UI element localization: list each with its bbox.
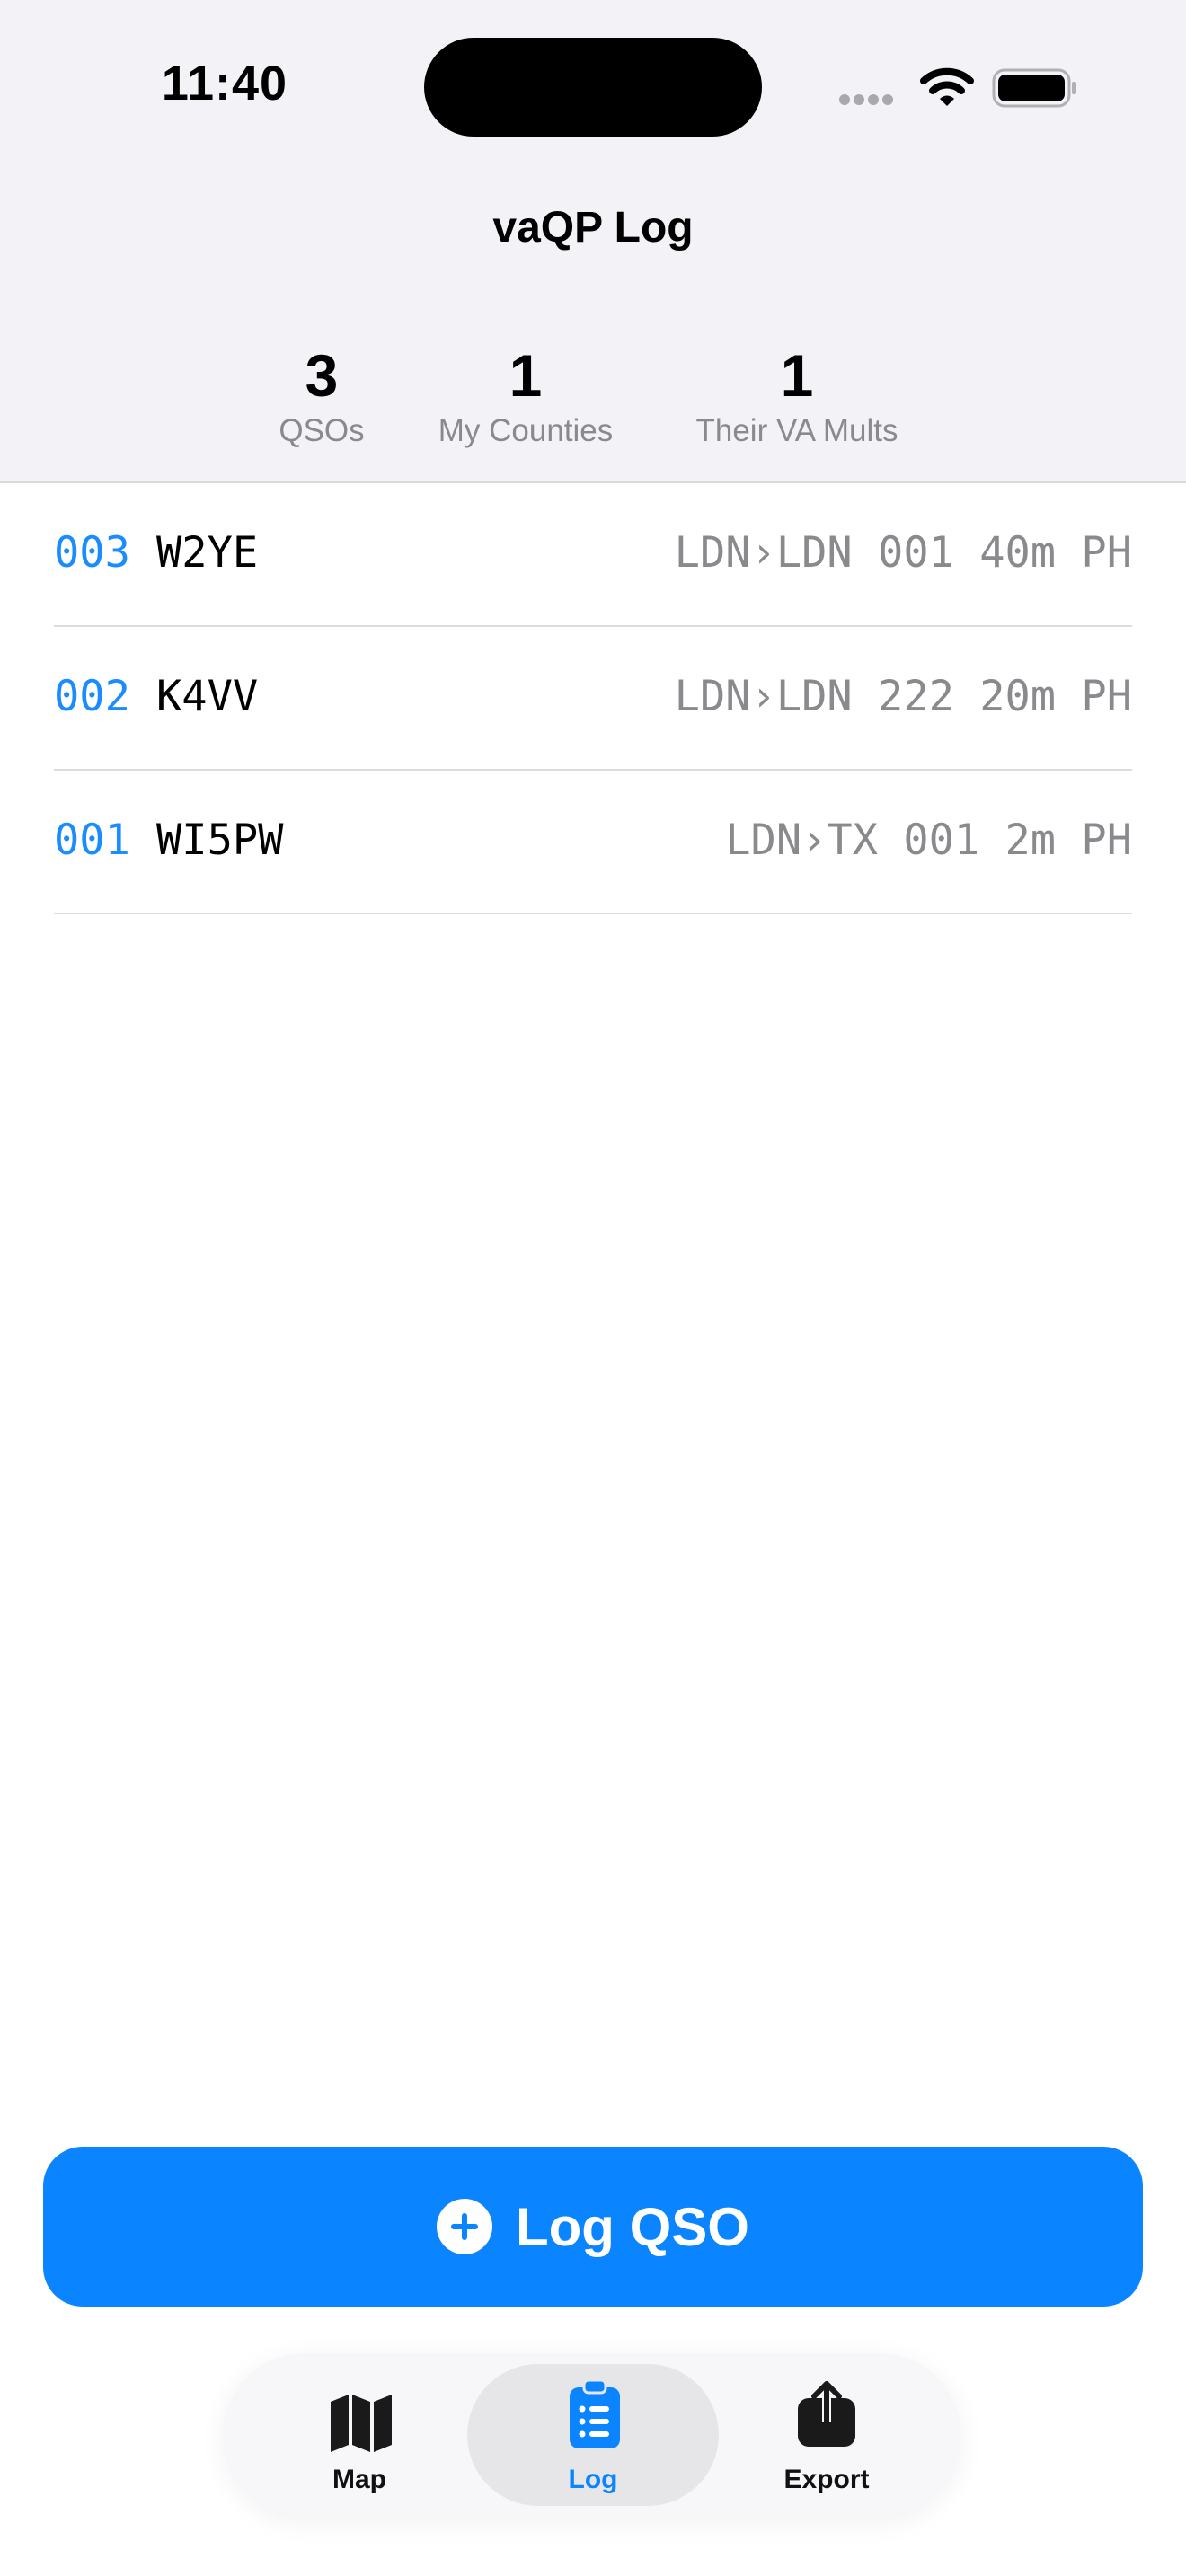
tab-log[interactable]: Log — [467, 2364, 719, 2506]
log-callsign: K4VV — [156, 672, 259, 721]
log-serial: 002 — [54, 672, 130, 721]
log-detail: LDN›LDN 222 20m PH — [674, 672, 1132, 721]
tab-export[interactable]: Export — [701, 2364, 952, 2506]
log-callsign: WI5PW — [156, 816, 284, 865]
log-qso-button[interactable]: Log QSO — [43, 2147, 1143, 2307]
qso-log-list: 003 W2YE LDN›LDN 001 40m PH 002 K4VV LDN… — [54, 483, 1132, 914]
wifi-icon — [920, 67, 974, 106]
tab-map[interactable]: Map — [234, 2364, 485, 2506]
log-serial: 001 — [54, 816, 130, 865]
tab-label: Map — [332, 2465, 386, 2494]
log-qso-label: Log QSO — [516, 2196, 749, 2257]
log-row[interactable]: 003 W2YE LDN›LDN 001 40m PH — [54, 483, 1132, 627]
stat-my-counties: 1 My Counties — [413, 341, 638, 451]
log-row[interactable]: 001 WI5PW LDN›TX 001 2m PH — [54, 771, 1132, 914]
log-detail: LDN›LDN 001 40m PH — [674, 528, 1132, 578]
log-callsign: W2YE — [156, 528, 259, 578]
stat-their-va-mults: 1 Their VA Mults — [667, 341, 927, 451]
stat-label: My Counties — [438, 413, 614, 448]
stat-label: Their VA Mults — [695, 413, 898, 448]
nav-title: vaQP Log — [492, 204, 694, 251]
stat-value: 1 — [509, 342, 543, 409]
stat-value: 1 — [780, 342, 814, 409]
log-serial: 003 — [54, 528, 130, 578]
map-icon — [331, 2395, 392, 2452]
tab-label: Export — [783, 2465, 870, 2494]
tab-bar: Map Log Export — [223, 2353, 961, 2517]
header: 11:40 vaQP Log 3 QSOs 1 My Counties 1 Th… — [0, 0, 1186, 483]
clipboard-list-icon — [570, 2378, 620, 2448]
stat-value: 3 — [305, 342, 339, 409]
stat-label: QSOs — [279, 413, 365, 448]
status-time: 11:40 — [161, 57, 288, 110]
log-detail: LDN›TX 001 2m PH — [725, 816, 1132, 865]
dynamic-island — [424, 38, 762, 137]
share-icon — [798, 2381, 855, 2447]
cellular-signal-icon — [839, 93, 897, 110]
log-row[interactable]: 002 K4VV LDN›LDN 222 20m PH — [54, 627, 1132, 771]
stat-qsos: 3 QSOs — [268, 341, 376, 451]
battery-icon — [992, 68, 1076, 108]
tab-label: Log — [568, 2465, 618, 2494]
plus-circle-icon — [437, 2199, 492, 2254]
